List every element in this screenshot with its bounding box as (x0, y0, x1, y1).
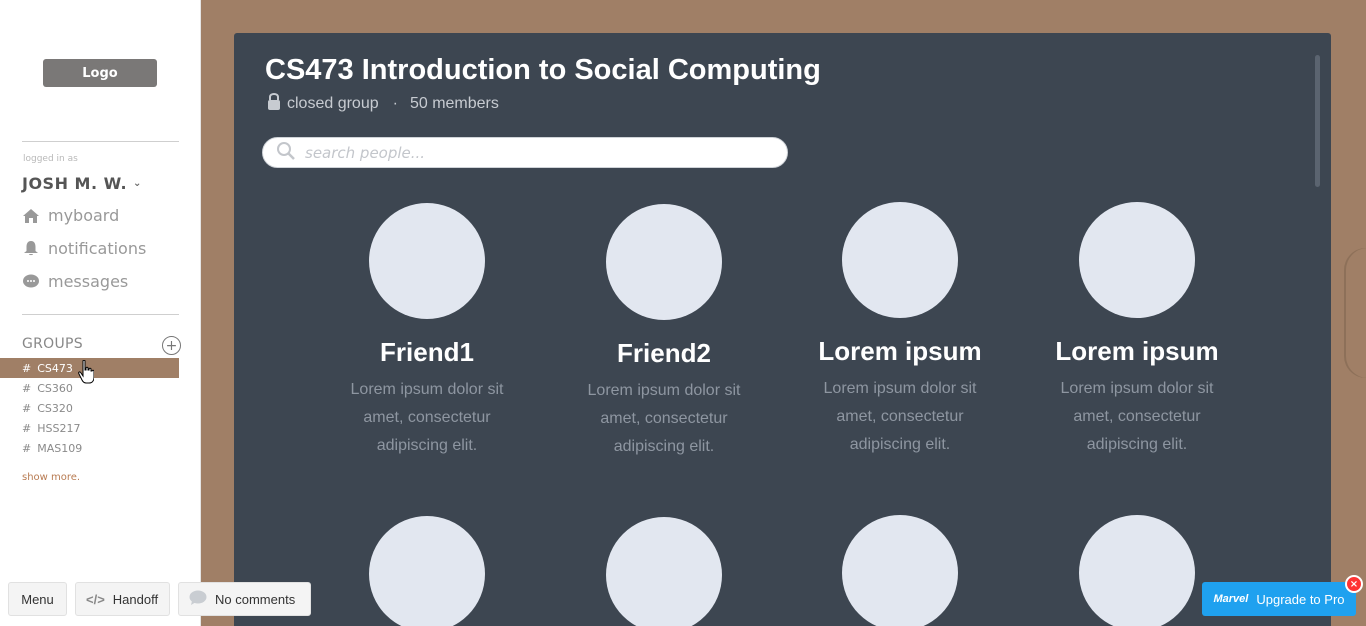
members-count[interactable]: 50 members (410, 95, 499, 113)
nav-label: notifications (48, 239, 147, 258)
logged-in-label: logged in as (23, 154, 78, 164)
nav-myboard[interactable]: myboard (22, 206, 119, 225)
group-panel: CS473 Introduction to Social Computing c… (234, 33, 1331, 626)
member-card[interactable]: Friend2 Lorem ipsum dolor sit amet, cons… (564, 204, 764, 461)
nav-label: messages (48, 272, 129, 291)
menu-button[interactable]: Menu (8, 582, 67, 616)
nav-messages[interactable]: messages (22, 272, 128, 291)
member-name: Lorem ipsum (818, 336, 982, 366)
member-description: Lorem ipsum dolor sit amet, consectetur … (587, 382, 741, 455)
code-icon: </> (86, 591, 105, 607)
member-card[interactable] (564, 517, 764, 626)
avatar[interactable] (842, 515, 958, 626)
bell-icon (22, 240, 39, 257)
hash-icon: # (22, 441, 32, 455)
nav-label: myboard (48, 206, 120, 225)
group-label: MAS109 (37, 441, 83, 455)
member-card[interactable] (327, 516, 527, 626)
right-edge-handle[interactable] (1344, 248, 1366, 378)
privacy-label: closed group (287, 94, 379, 112)
scrollbar[interactable] (1315, 55, 1320, 187)
upgrade-label: Upgrade to Pro (1256, 591, 1345, 607)
hash-icon: # (22, 401, 32, 415)
avatar[interactable] (369, 203, 485, 319)
close-icon[interactable]: × (1345, 575, 1363, 593)
group-item-hss217[interactable]: # HSS217 (22, 418, 201, 438)
upgrade-to-pro-button[interactable]: Marvel Upgrade to Pro (1202, 582, 1356, 616)
group-label: HSS217 (37, 421, 81, 435)
group-label: CS473 (37, 361, 73, 375)
avatar[interactable] (842, 202, 958, 318)
avatar[interactable] (606, 204, 722, 320)
member-name: Friend1 (380, 337, 474, 367)
separator-dot: · (392, 94, 398, 112)
marvel-logo: Marvel (1213, 593, 1249, 605)
group-item-cs320[interactable]: # CS320 (22, 398, 201, 418)
logo-button[interactable]: Logo (43, 59, 157, 87)
group-item-mas109[interactable]: # MAS109 (22, 438, 201, 458)
hash-icon: # (22, 381, 32, 395)
groups-title: GROUPS (22, 336, 83, 352)
member-card[interactable]: Lorem ipsum Lorem ipsum dolor sit amet, … (800, 202, 1000, 459)
add-group-button[interactable]: + (162, 336, 181, 355)
hash-icon: # (22, 421, 32, 435)
comments-label: No comments (215, 591, 296, 607)
group-meta: closed group · 50 members (267, 92, 499, 115)
nav-notifications[interactable]: notifications (22, 239, 146, 258)
member-card[interactable]: Friend1 Lorem ipsum dolor sit amet, cons… (327, 203, 527, 460)
search-icon (277, 141, 295, 164)
search-people-field[interactable]: search people... (262, 137, 788, 168)
member-card[interactable] (800, 515, 1000, 626)
chevron-down-icon: ⌄ (133, 178, 142, 189)
group-label: CS320 (37, 401, 73, 415)
hand-cursor-icon (78, 359, 95, 388)
member-description: Lorem ipsum dolor sit amet, consectetur … (823, 380, 977, 453)
comment-icon (189, 590, 207, 609)
lock-icon (267, 92, 281, 115)
home-icon (22, 207, 39, 224)
hash-icon: # (22, 361, 32, 375)
handoff-label: Handoff (112, 591, 159, 607)
avatar[interactable] (606, 517, 722, 626)
member-description: Lorem ipsum dolor sit amet, consectetur … (350, 381, 504, 454)
member-name: Friend2 (617, 338, 711, 368)
group-item-cs360[interactable]: # CS360 (22, 378, 201, 398)
user-menu[interactable]: JOSH M. W. ⌄ (22, 174, 142, 193)
search-input[interactable]: search people... (305, 144, 425, 162)
group-label: CS360 (37, 381, 73, 395)
divider (22, 141, 179, 142)
member-card[interactable]: Lorem ipsum Lorem ipsum dolor sit amet, … (1037, 202, 1237, 459)
avatar[interactable] (1079, 515, 1195, 626)
menu-label: Menu (21, 591, 54, 607)
user-name: JOSH M. W. (22, 174, 128, 193)
member-name: Lorem ipsum (1055, 336, 1219, 366)
avatar[interactable] (1079, 202, 1195, 318)
page-title: CS473 Introduction to Social Computing (265, 54, 821, 86)
avatar[interactable] (369, 516, 485, 626)
handoff-button[interactable]: </> Handoff (75, 582, 170, 616)
sidebar: Logo logged in as JOSH M. W. ⌄ myboard n… (0, 0, 201, 626)
show-more-link[interactable]: show more. (22, 472, 80, 483)
member-description: Lorem ipsum dolor sit amet, consectetur … (1060, 380, 1214, 453)
divider (22, 314, 179, 315)
comments-button[interactable]: No comments (178, 582, 311, 616)
chat-icon (22, 273, 39, 290)
plus-icon: + (165, 337, 178, 354)
